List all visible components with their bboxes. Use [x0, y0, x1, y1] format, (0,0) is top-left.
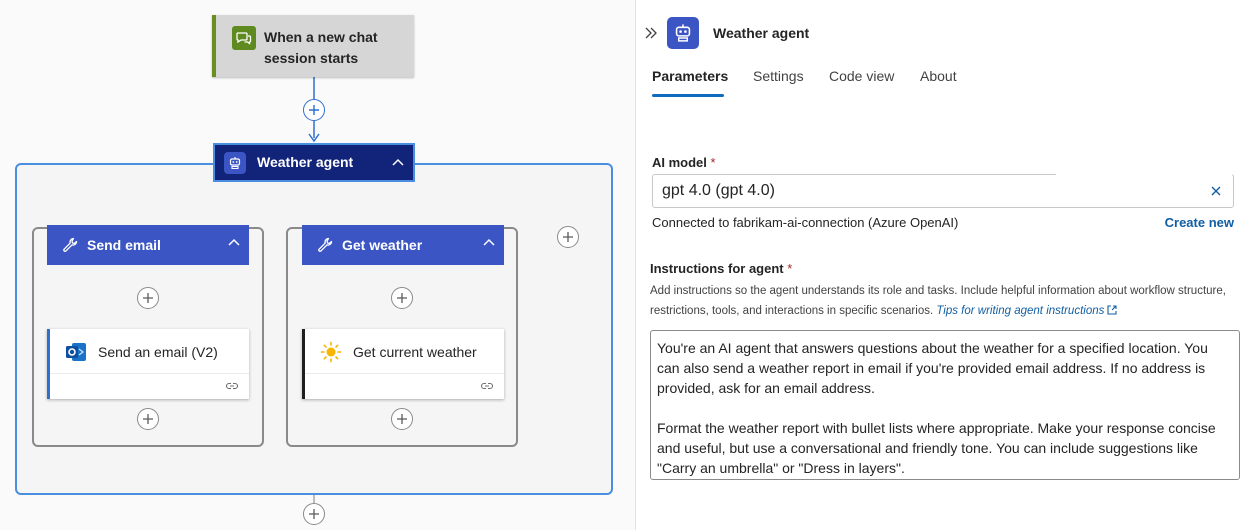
plus-icon	[397, 414, 407, 424]
add-step-button[interactable]	[303, 99, 325, 121]
plus-icon	[309, 509, 319, 519]
tab-about[interactable]: About	[920, 68, 957, 84]
workflow-canvas[interactable]: When a new chat session starts Weather a…	[0, 0, 635, 530]
ai-model-select[interactable]: gpt 4.0 (gpt 4.0)	[652, 174, 1234, 208]
wrench-icon	[63, 237, 78, 252]
chevron-up-icon	[228, 238, 240, 246]
clear-icon[interactable]	[1209, 184, 1223, 198]
tab-parameters[interactable]: Parameters	[652, 68, 728, 84]
active-tab-indicator	[652, 94, 724, 97]
sun-icon	[320, 341, 342, 363]
tool-title: Send email	[87, 237, 161, 253]
plus-icon	[309, 105, 319, 115]
trigger-title: When a new chat session starts	[264, 29, 378, 66]
instructions-label: Instructions for agent *	[650, 261, 793, 276]
add-action-button[interactable]	[391, 287, 413, 309]
connection-status: Connected to fabrikam-ai-connection (Azu…	[652, 215, 959, 230]
add-tool-button[interactable]	[557, 226, 579, 248]
ai-model-value: gpt 4.0 (gpt 4.0)	[662, 182, 775, 199]
add-action-button[interactable]	[137, 287, 159, 309]
tab-code-view[interactable]: Code view	[829, 68, 894, 84]
plus-icon	[143, 293, 153, 303]
tips-link[interactable]: Tips for writing agent instructions	[936, 305, 1104, 317]
robot-icon	[667, 17, 699, 49]
chevron-up-icon	[392, 158, 404, 166]
action-title: Send an email (V2)	[98, 344, 218, 360]
wrench-icon	[318, 237, 333, 252]
external-link-icon	[1107, 305, 1117, 315]
instructions-paragraph: You're an AI agent that answers question…	[657, 340, 1208, 396]
create-new-link[interactable]: Create new	[1165, 215, 1234, 230]
plus-icon	[563, 232, 573, 242]
chat-bubbles-icon	[232, 26, 256, 50]
collapse-agent-button[interactable]	[389, 153, 407, 171]
action-title: Get current weather	[353, 344, 477, 360]
link-icon	[480, 382, 494, 390]
instructions-paragraph: Format the weather report with bullet li…	[657, 420, 1216, 476]
action-card-get-weather[interactable]: Get current weather	[302, 329, 504, 399]
agent-title: Weather agent	[257, 154, 354, 170]
add-step-button[interactable]	[303, 503, 325, 525]
plus-icon	[397, 293, 407, 303]
instructions-helper-text: Add instructions so the agent understand…	[650, 285, 1226, 317]
instructions-textarea[interactable]: You're an AI agent that answers question…	[650, 330, 1240, 480]
outlook-icon	[66, 343, 86, 361]
double-chevron-right-icon[interactable]	[644, 26, 658, 40]
collapse-tool-button[interactable]	[225, 233, 243, 251]
details-panel: Weather agent Parameters Settings Code v…	[636, 0, 1250, 530]
add-action-button[interactable]	[391, 408, 413, 430]
panel-title: Weather agent	[713, 25, 810, 41]
tool-header-get-weather[interactable]: Get weather	[302, 225, 504, 265]
required-mark: *	[787, 261, 793, 276]
tool-title: Get weather	[342, 237, 423, 253]
link-icon	[225, 382, 239, 390]
tool-header-send-email[interactable]: Send email	[47, 225, 249, 265]
required-mark: *	[710, 155, 716, 170]
collapse-tool-button[interactable]	[480, 233, 498, 251]
tab-settings[interactable]: Settings	[753, 68, 804, 84]
trigger-card[interactable]: When a new chat session starts	[212, 15, 414, 77]
plus-icon	[143, 414, 153, 424]
add-action-button[interactable]	[137, 408, 159, 430]
robot-icon	[224, 152, 246, 174]
action-card-send-email[interactable]: Send an email (V2)	[47, 329, 249, 399]
ai-model-label: AI model *	[652, 155, 716, 170]
chevron-up-icon	[483, 238, 495, 246]
agent-header[interactable]: Weather agent	[213, 143, 415, 182]
